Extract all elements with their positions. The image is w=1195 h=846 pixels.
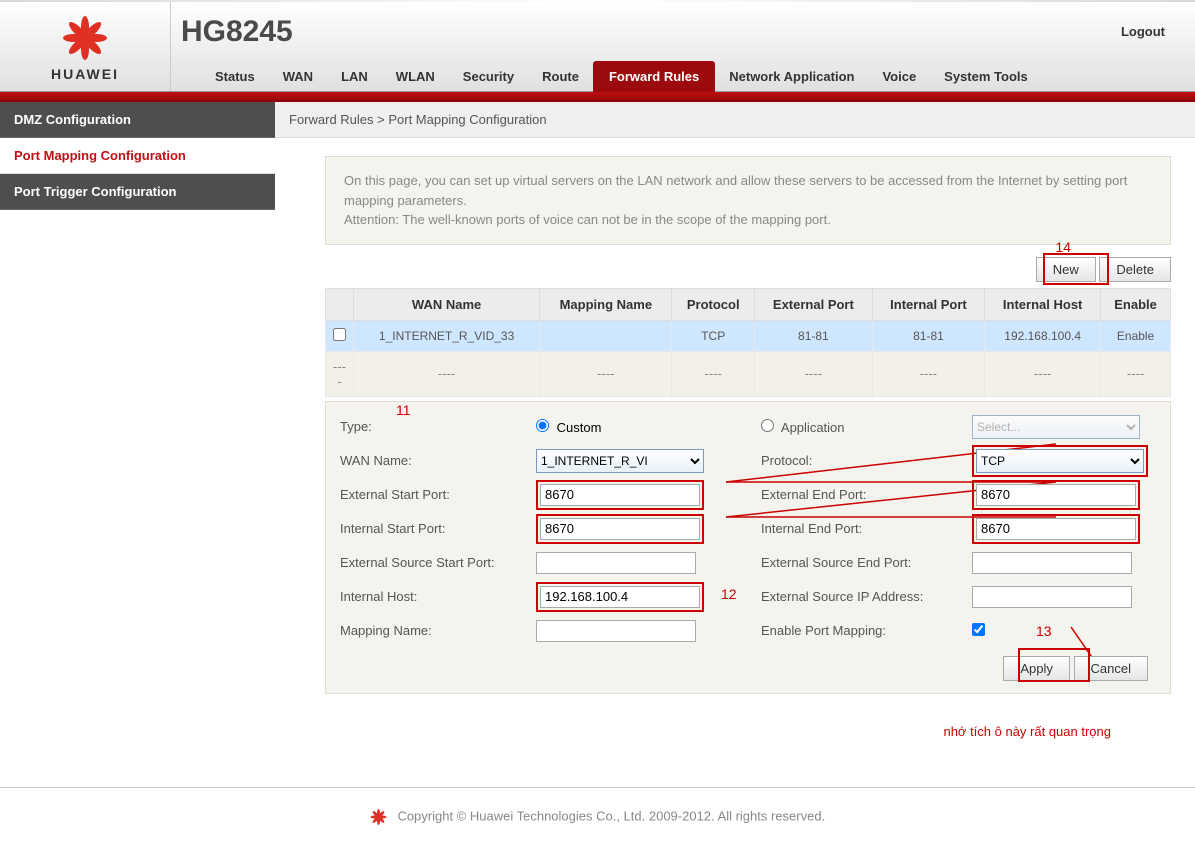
- footer: Copyright © Huawei Technologies Co., Ltd…: [0, 787, 1195, 846]
- cell-mapping-name: [540, 320, 672, 351]
- table-row[interactable]: 1_INTERNET_R_VID_33 TCP 81-81 81-81 192.…: [326, 320, 1171, 351]
- th-protocol: Protocol: [672, 288, 754, 320]
- cell-wan-name: 1_INTERNET_R_VID_33: [354, 320, 540, 351]
- annotation-12: 12: [721, 586, 737, 602]
- type-label: Type:: [326, 419, 536, 434]
- wan-name-label: WAN Name:: [326, 453, 536, 468]
- new-button[interactable]: New: [1036, 257, 1096, 282]
- ext-start-input[interactable]: [540, 484, 700, 506]
- annotation-14: 14: [1055, 239, 1071, 255]
- annotation-11: 11: [396, 402, 411, 418]
- type-application-text: Application: [781, 420, 845, 435]
- ext-end-input[interactable]: [976, 484, 1136, 506]
- enable-label: Enable Port Mapping:: [751, 623, 966, 638]
- int-host-input[interactable]: [540, 586, 700, 608]
- port-mapping-table: WAN Name Mapping Name Protocol External …: [325, 288, 1171, 397]
- nav-wlan[interactable]: WLAN: [382, 63, 449, 90]
- ext-src-start-label: External Source Start Port:: [326, 555, 536, 570]
- brand-text: HUAWEI: [51, 66, 119, 82]
- nav-network-application[interactable]: Network Application: [715, 63, 868, 90]
- annotation-13: 13: [1036, 623, 1052, 639]
- breadcrumb: Forward Rules > Port Mapping Configurati…: [275, 102, 1195, 138]
- description-box: On this page, you can set up virtual ser…: [325, 156, 1171, 245]
- red-bar: [0, 92, 1195, 102]
- ext-start-label: External Start Port:: [326, 487, 536, 502]
- footer-text: Copyright © Huawei Technologies Co., Ltd…: [397, 808, 825, 823]
- type-custom-radio[interactable]: [536, 419, 549, 432]
- th-mapping-name: Mapping Name: [540, 288, 672, 320]
- ext-src-ip-label: External Source IP Address:: [751, 589, 966, 604]
- th-check: [326, 288, 354, 320]
- protocol-label: Protocol:: [761, 453, 812, 468]
- apply-button[interactable]: Apply: [1003, 656, 1070, 681]
- ext-src-end-input[interactable]: [972, 552, 1132, 574]
- application-select: Select...: [972, 415, 1140, 439]
- int-end-label: Internal End Port:: [751, 521, 966, 536]
- nav-route[interactable]: Route: [528, 63, 593, 90]
- header: HUAWEI HG8245 Logout Status WAN LAN WLAN…: [0, 2, 1195, 92]
- nav-lan[interactable]: LAN: [327, 63, 382, 90]
- protocol-select[interactable]: TCP: [976, 449, 1144, 473]
- cell-int-host: 192.168.100.4: [985, 320, 1101, 351]
- int-end-input[interactable]: [976, 518, 1136, 540]
- mapping-name-input[interactable]: [536, 620, 696, 642]
- wan-name-select[interactable]: 1_INTERNET_R_VI: [536, 449, 704, 473]
- int-start-label: Internal Start Port:: [326, 521, 536, 536]
- int-start-input[interactable]: [540, 518, 700, 540]
- sidebar-item-port-mapping[interactable]: Port Mapping Configuration: [0, 138, 275, 174]
- type-application-radio[interactable]: [761, 419, 774, 432]
- mapping-name-label: Mapping Name:: [326, 623, 536, 638]
- nav-status[interactable]: Status: [201, 63, 269, 90]
- cell-protocol: TCP: [672, 320, 754, 351]
- cell-int-port: 81-81: [872, 320, 984, 351]
- ext-src-start-input[interactable]: [536, 552, 696, 574]
- th-internal-port: Internal Port: [872, 288, 984, 320]
- th-external-port: External Port: [754, 288, 872, 320]
- logo: HUAWEI: [0, 12, 170, 82]
- page-title: HG8245: [181, 15, 293, 49]
- ext-src-ip-input[interactable]: [972, 586, 1132, 608]
- th-wan-name: WAN Name: [354, 288, 540, 320]
- type-custom-text: Custom: [557, 420, 602, 435]
- int-host-label: Internal Host:: [326, 589, 536, 604]
- logout-link[interactable]: Logout: [1121, 24, 1165, 39]
- cell-ext-port: 81-81: [754, 320, 872, 351]
- enable-checkbox[interactable]: [972, 623, 985, 636]
- huawei-logo-icon: [60, 12, 110, 62]
- description-line2: Attention: The well-known ports of voice…: [344, 210, 1152, 230]
- nav-voice[interactable]: Voice: [868, 63, 930, 90]
- delete-button[interactable]: Delete: [1099, 257, 1171, 282]
- th-enable: Enable: [1101, 288, 1171, 320]
- nav-system-tools[interactable]: System Tools: [930, 63, 1042, 90]
- ext-end-label: External End Port:: [751, 487, 966, 502]
- th-internal-host: Internal Host: [985, 288, 1101, 320]
- main-nav: Status WAN LAN WLAN Security Route Forwa…: [170, 61, 1195, 91]
- row-checkbox[interactable]: [333, 328, 346, 341]
- sidebar-item-port-trigger[interactable]: Port Trigger Configuration: [0, 174, 275, 210]
- nav-wan[interactable]: WAN: [269, 63, 327, 90]
- table-dash-row: ---- ---- ---- ---- ---- ---- ---- ----: [326, 351, 1171, 396]
- annotation-note: nhớ tích ô này rất quan trọng: [943, 724, 1111, 739]
- nav-forward-rules[interactable]: Forward Rules: [593, 61, 715, 92]
- description-line1: On this page, you can set up virtual ser…: [344, 171, 1152, 210]
- table-header-row: WAN Name Mapping Name Protocol External …: [326, 288, 1171, 320]
- form-box: Type: Custom Application Select... WAN N…: [325, 401, 1171, 694]
- footer-logo-icon: [370, 808, 388, 826]
- sidebar-item-dmz[interactable]: DMZ Configuration: [0, 102, 275, 138]
- cell-enable: Enable: [1101, 320, 1171, 351]
- nav-security[interactable]: Security: [449, 63, 528, 90]
- ext-src-end-label: External Source End Port:: [751, 555, 966, 570]
- sidebar: DMZ Configuration Port Mapping Configura…: [0, 102, 275, 757]
- cancel-button[interactable]: Cancel: [1074, 656, 1148, 681]
- content: Forward Rules > Port Mapping Configurati…: [275, 102, 1195, 757]
